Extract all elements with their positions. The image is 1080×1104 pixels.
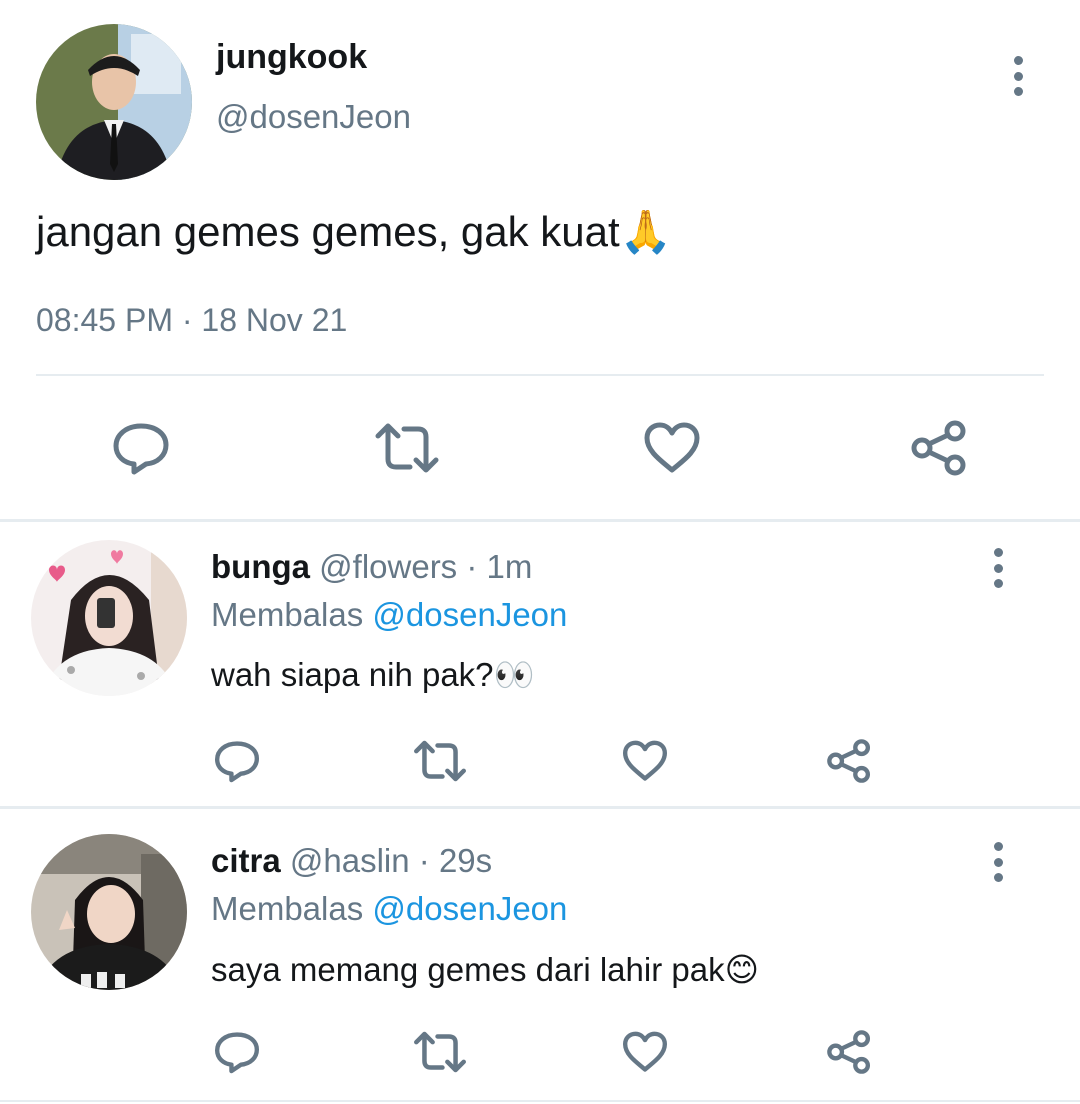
divider	[0, 806, 1080, 809]
avatar[interactable]	[31, 834, 187, 990]
reply-time: · 29s	[418, 842, 493, 879]
replying-to: Membalas @dosenJeon	[211, 596, 567, 634]
replying-to: Membalas @dosenJeon	[211, 890, 567, 928]
share-button[interactable]	[820, 1024, 878, 1080]
like-button[interactable]	[616, 733, 674, 789]
retweet-icon	[375, 423, 439, 473]
replying-to-label: Membalas	[211, 890, 364, 927]
avatar[interactable]	[31, 540, 187, 696]
reply-button[interactable]	[208, 1024, 266, 1080]
like-icon	[622, 740, 668, 781]
share-button[interactable]	[903, 412, 975, 484]
replying-to-handle[interactable]: @dosenJeon	[372, 890, 567, 927]
emoji-folded-hands: 🙏	[619, 208, 672, 255]
retweet-button[interactable]	[411, 733, 469, 789]
reply-header: bunga @flowers · 1m	[211, 548, 532, 586]
share-button[interactable]	[820, 733, 878, 789]
divider	[0, 1100, 1080, 1102]
divider	[0, 519, 1080, 522]
author-display-name[interactable]: citra	[211, 842, 281, 879]
retweet-button[interactable]	[371, 412, 443, 484]
retweet-button[interactable]	[411, 1024, 469, 1080]
tweet-text: jangan gemes gemes, gak kuat🙏	[36, 208, 672, 257]
more-options-icon[interactable]	[1008, 56, 1028, 96]
tweet-text-body: jangan gemes gemes, gak kuat	[36, 208, 620, 255]
more-options-icon[interactable]	[988, 842, 1008, 882]
tweet-timestamp[interactable]: 08:45 PM · 18 Nov 21	[36, 302, 347, 339]
retweet-icon	[414, 1031, 466, 1073]
reply-time: · 1m	[466, 548, 533, 585]
divider	[36, 374, 1044, 376]
reply-text-body: wah siapa nih pak?	[211, 656, 494, 693]
share-icon	[827, 739, 871, 783]
reply-button[interactable]	[208, 733, 266, 789]
author-handle[interactable]: @haslin	[290, 842, 410, 879]
reply-button[interactable]	[105, 412, 177, 484]
emoji-smiling-face: 😊	[724, 951, 759, 988]
emoji-eyes: 👀	[493, 656, 535, 693]
author-handle[interactable]: @flowers	[319, 548, 457, 585]
reply-text-body: saya memang gemes dari lahir pak	[211, 951, 725, 988]
reply-icon	[113, 423, 169, 475]
reply-text: wah siapa nih pak?👀	[211, 656, 535, 695]
retweet-icon	[414, 740, 466, 782]
replying-to-label: Membalas	[211, 596, 364, 633]
reply-header: citra @haslin · 29s	[211, 842, 492, 880]
author-display-name[interactable]: bunga	[211, 548, 310, 585]
like-button[interactable]	[636, 412, 708, 484]
reply-icon	[214, 741, 260, 783]
like-icon	[622, 1031, 668, 1072]
author-handle[interactable]: @dosenJeon	[216, 98, 411, 136]
share-icon	[827, 1030, 871, 1074]
author-display-name[interactable]: jungkook	[216, 38, 367, 77]
reply-text: saya memang gemes dari lahir pak😊	[211, 950, 759, 989]
replying-to-handle[interactable]: @dosenJeon	[372, 596, 567, 633]
reply-icon	[214, 1032, 260, 1074]
more-options-icon[interactable]	[988, 548, 1008, 588]
like-button[interactable]	[616, 1024, 674, 1080]
avatar[interactable]	[36, 24, 192, 180]
share-icon	[911, 420, 966, 476]
like-icon	[644, 422, 700, 473]
